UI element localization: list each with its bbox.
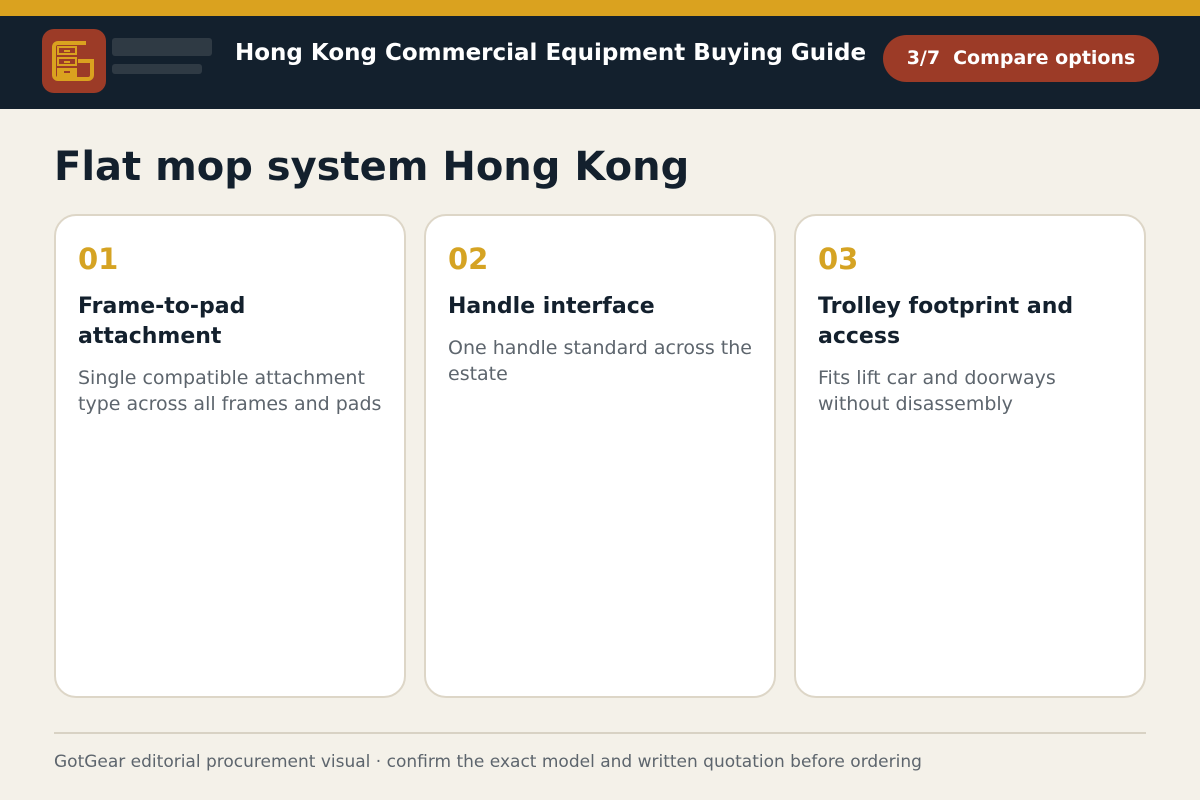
card-description: Fits lift car and doorways without disas…	[818, 367, 1056, 415]
logo-wordmark-shadow	[112, 38, 222, 90]
criteria-card-1: 01 Frame-to-pad attachment Single compat…	[54, 214, 406, 698]
header-bar: Hong Kong Commercial Equipment Buying Gu…	[0, 16, 1200, 109]
header-title: Hong Kong Commercial Equipment Buying Gu…	[235, 40, 867, 66]
logo-cabinet-icon	[52, 41, 94, 81]
footer-divider	[54, 732, 1146, 734]
card-title: Frame-to-pad attachment	[78, 294, 246, 349]
compare-options-label: Compare options	[953, 47, 1136, 69]
top-accent-stripe	[0, 0, 1200, 16]
criteria-card-2: 02 Handle interface One handle standard …	[424, 214, 776, 698]
card-number: 03	[818, 242, 859, 276]
card-number: 02	[448, 242, 489, 276]
card-title: Handle interface	[448, 294, 655, 319]
card-title: Trolley footprint and access	[818, 294, 1074, 349]
footer-disclaimer: GotGear editorial procurement visual · c…	[54, 752, 922, 772]
card-description: Single compatible attachment type across…	[78, 367, 382, 415]
card-description: One handle standard across the estate	[448, 337, 752, 385]
page-title: Flat mop system Hong Kong	[54, 144, 690, 190]
compare-options-button[interactable]: 3/7 Compare options	[883, 35, 1159, 82]
card-number: 01	[78, 242, 119, 276]
brand-logo[interactable]	[42, 29, 106, 93]
criteria-card-3: 03 Trolley footprint and access Fits lif…	[794, 214, 1146, 698]
step-counter: 3/7	[906, 47, 941, 69]
